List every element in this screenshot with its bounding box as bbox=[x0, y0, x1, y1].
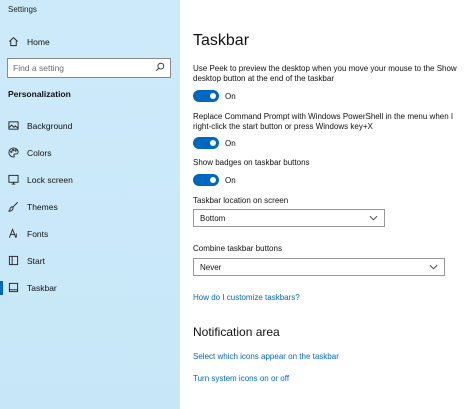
page-title: Taskbar bbox=[193, 32, 250, 49]
system-icons-link[interactable]: Turn system icons on or off bbox=[193, 374, 289, 383]
notification-area-heading: Notification area bbox=[193, 325, 280, 339]
app-title: Settings bbox=[8, 5, 37, 14]
home-label: Home bbox=[27, 37, 50, 47]
brush-icon bbox=[7, 201, 27, 214]
sidebar: Settings Home Personalization Background bbox=[0, 0, 180, 409]
location-value: Bottom bbox=[200, 213, 226, 223]
sidebar-item-taskbar[interactable]: Taskbar bbox=[0, 277, 180, 299]
sidebar-item-fonts[interactable]: Fonts bbox=[0, 223, 180, 245]
combine-value: Never bbox=[200, 262, 222, 272]
toggle-knob bbox=[210, 93, 216, 99]
customize-taskbars-link[interactable]: How do I customize taskbars? bbox=[193, 293, 300, 302]
powershell-toggle-row[interactable]: On bbox=[193, 136, 236, 150]
search-icon[interactable] bbox=[155, 62, 165, 74]
location-label: Taskbar location on screen bbox=[193, 196, 289, 205]
powershell-toggle[interactable] bbox=[193, 137, 219, 149]
start-icon bbox=[8, 255, 27, 268]
main-content: Taskbar Use Peek to preview the desktop … bbox=[180, 0, 474, 409]
section-label: Personalization bbox=[8, 89, 71, 99]
badges-setting-text: Show badges on taskbar buttons bbox=[193, 158, 310, 167]
home-icon bbox=[8, 36, 27, 49]
taskbar-icon bbox=[8, 282, 27, 295]
sidebar-item-label: Themes bbox=[27, 202, 58, 212]
sidebar-item-label: Lock screen bbox=[27, 175, 73, 185]
sidebar-item-label: Taskbar bbox=[27, 283, 57, 293]
toggle-label: On bbox=[225, 175, 236, 185]
lock-screen-icon bbox=[8, 174, 27, 187]
sidebar-item-start[interactable]: Start bbox=[0, 250, 180, 272]
sidebar-item-label: Start bbox=[27, 256, 45, 266]
sidebar-item-label: Fonts bbox=[27, 229, 49, 239]
palette-icon bbox=[8, 146, 27, 160]
picture-icon bbox=[8, 120, 27, 133]
search-input[interactable] bbox=[13, 63, 155, 73]
location-dropdown[interactable]: Bottom bbox=[193, 209, 385, 227]
font-icon bbox=[8, 227, 27, 241]
sidebar-item-label: Colors bbox=[27, 148, 52, 158]
toggle-knob bbox=[210, 140, 216, 146]
combine-label: Combine taskbar buttons bbox=[193, 244, 282, 253]
toggle-label: On bbox=[225, 138, 236, 148]
home-nav-item[interactable]: Home bbox=[8, 35, 50, 49]
badges-toggle[interactable] bbox=[193, 174, 219, 186]
combine-dropdown[interactable]: Never bbox=[193, 258, 445, 276]
search-box[interactable] bbox=[7, 58, 171, 78]
chevron-down-icon bbox=[369, 214, 378, 223]
peek-toggle-row[interactable]: On bbox=[193, 89, 236, 103]
badges-toggle-row[interactable]: On bbox=[193, 173, 236, 187]
sidebar-item-background[interactable]: Background bbox=[0, 115, 180, 137]
sidebar-item-label: Background bbox=[27, 121, 73, 131]
peek-setting-text: Use Peek to preview the desktop when you… bbox=[193, 64, 457, 83]
peek-toggle[interactable] bbox=[193, 90, 219, 102]
toggle-knob bbox=[210, 177, 216, 183]
sidebar-item-themes[interactable]: Themes bbox=[0, 196, 180, 218]
sidebar-item-colors[interactable]: Colors bbox=[0, 142, 180, 164]
chevron-down-icon bbox=[429, 263, 438, 272]
sidebar-item-lock-screen[interactable]: Lock screen bbox=[0, 169, 180, 191]
select-icons-link[interactable]: Select which icons appear on the taskbar bbox=[193, 352, 339, 361]
powershell-setting-text: Replace Command Prompt with Windows Powe… bbox=[193, 112, 454, 131]
toggle-label: On bbox=[225, 91, 236, 101]
